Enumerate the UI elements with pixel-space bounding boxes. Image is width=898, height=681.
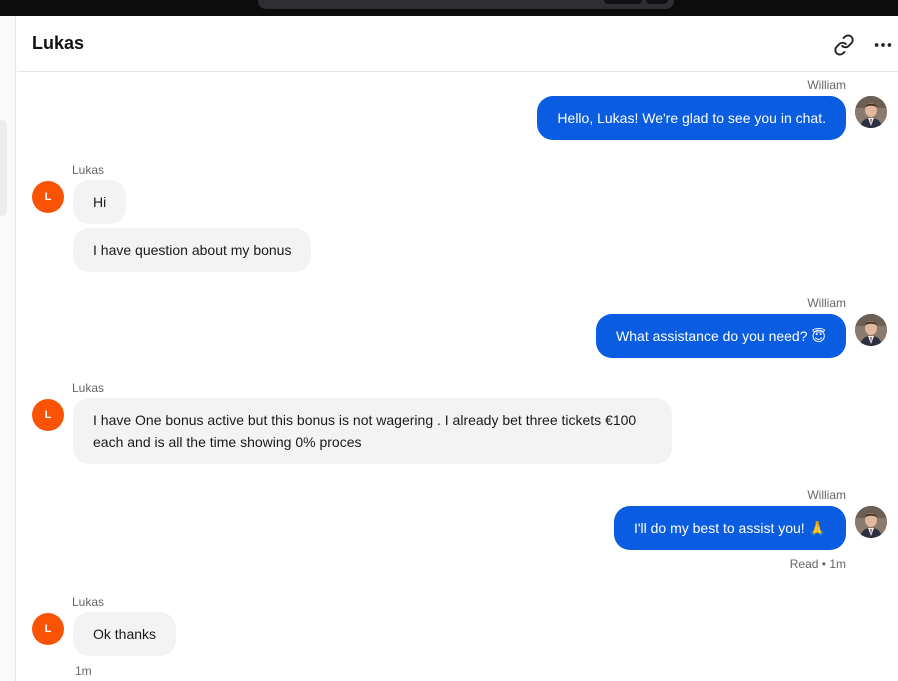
sender-name: William <box>807 296 846 310</box>
sidebar-collapse-handle[interactable] <box>0 120 7 216</box>
customer-avatar: L <box>32 181 64 213</box>
sender-name: Lukas <box>72 381 105 395</box>
address-bar-button[interactable] <box>646 0 668 4</box>
chat-title: Lukas <box>32 33 85 53</box>
agent-avatar <box>855 314 887 346</box>
sender-name: Lukas <box>72 163 105 177</box>
customer-avatar: L <box>32 399 64 431</box>
sidebar-edge <box>0 16 16 681</box>
browser-top-bar <box>0 0 898 16</box>
more-horizontal-icon[interactable] <box>872 34 894 56</box>
customer-message: Hi <box>73 180 127 224</box>
link-icon[interactable] <box>833 34 855 56</box>
message-time: 1m <box>75 664 92 678</box>
agent-avatar <box>855 96 887 128</box>
read-receipt: Read • 1m <box>790 557 846 571</box>
agent-message: Hello, Lukas! We're glad to see you in c… <box>537 96 846 140</box>
agent-message: What assistance do you need? 😇 <box>596 314 846 358</box>
agent-avatar <box>855 506 887 538</box>
customer-message: I have One bonus active but this bonus i… <box>73 398 672 464</box>
customer-avatar: L <box>32 613 64 645</box>
read-time: 1m <box>829 557 846 571</box>
read-separator: • <box>821 557 826 571</box>
chat-header: Lukas <box>17 16 898 72</box>
customer-message: Ok thanks <box>73 612 177 656</box>
sender-name: William <box>807 488 846 502</box>
address-bar-button[interactable] <box>604 0 642 4</box>
message-list[interactable]: William Hello, Lukas! We're glad to see … <box>17 72 898 681</box>
agent-message: I'll do my best to assist you! 🙏 <box>613 506 846 550</box>
sender-name: Lukas <box>72 595 105 609</box>
customer-message: I have question about my bonus <box>73 228 312 272</box>
read-label: Read <box>789 557 819 571</box>
sender-name: William <box>807 78 846 92</box>
